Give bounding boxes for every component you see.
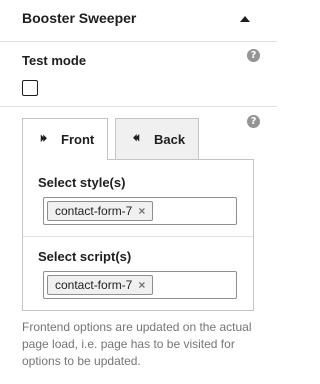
remove-icon[interactable]: × (138, 278, 145, 292)
fast-forward-icon: ⏵⏵ (40, 133, 47, 143)
style-token-label: contact-form-7 (55, 204, 133, 218)
style-token: contact-form-7 × (47, 201, 154, 221)
panel-title: Booster Sweeper (22, 10, 137, 26)
panel-header[interactable]: Booster Sweeper (0, 0, 277, 42)
rewind-icon: ⏴⏴ (133, 133, 140, 143)
help-note: Frontend options are updated on the actu… (22, 320, 252, 368)
divider (23, 236, 253, 237)
tab-back-label: Back (154, 132, 186, 147)
help-icon[interactable]: ? (247, 49, 260, 62)
help-icon[interactable]: ? (247, 115, 260, 128)
script-token-label: contact-form-7 (55, 278, 133, 292)
separator (0, 106, 277, 107)
tab-panel-front: Select style(s) contact-form-7 × Select s… (22, 159, 254, 311)
test-mode-checkbox[interactable] (22, 80, 38, 96)
select-scripts-label: Select script(s) (38, 249, 132, 264)
caret-up-icon[interactable] (240, 16, 250, 22)
script-token: contact-form-7 × (47, 275, 154, 295)
scripts-select[interactable]: contact-form-7 × (43, 271, 237, 299)
styles-select[interactable]: contact-form-7 × (43, 197, 237, 225)
tab-back[interactable]: ⏴⏴ Back (115, 118, 199, 160)
remove-icon[interactable]: × (138, 204, 145, 218)
select-styles-label: Select style(s) (38, 175, 126, 190)
tab-front-label: Front (61, 132, 95, 147)
test-mode-label: Test mode (22, 53, 87, 68)
tab-front[interactable]: ⏵⏵ Front (22, 118, 108, 160)
